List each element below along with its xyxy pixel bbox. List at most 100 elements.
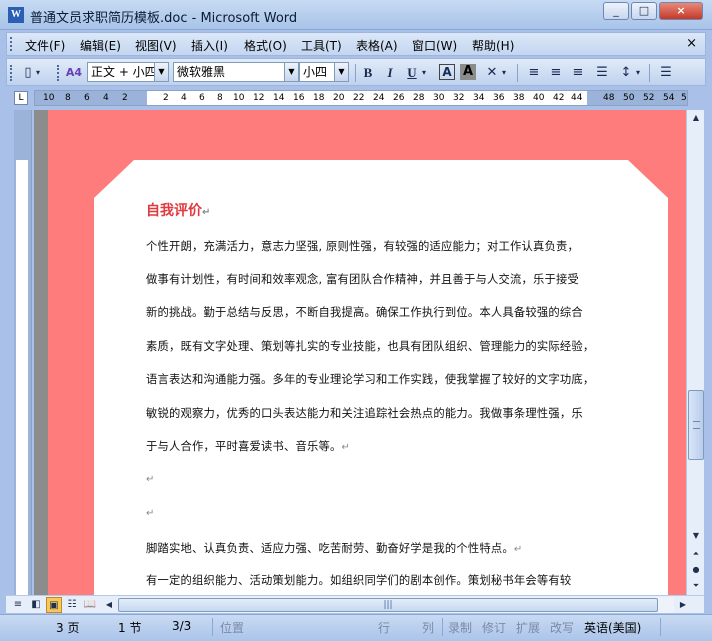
horizontal-scroll-track[interactable]: ||| [118,597,674,613]
paragraph-line[interactable]: 脚踏实地、认真负责、适应力强、吃苦耐劳、勤奋好学是我的个性特点。↵ [146,540,523,556]
vertical-scrollbar[interactable]: ▲ ▼ ⏶ ● ⏷ [686,110,704,595]
styles-formatting-icon[interactable]: A4 [65,64,83,82]
paragraph-line[interactable]: 于与人合作，平时喜爱读书、音乐等。↵ [146,438,350,454]
empty-paragraph[interactable]: ↵ [146,506,155,519]
underline-dropdown-icon[interactable]: ▾ [419,64,429,82]
paragraph-line[interactable]: 素质，既有文字处理、策划等扎实的专业技能，也具有团队组织、管理能力的实际经验， [146,338,594,354]
ruler-tick: 8 [65,93,71,103]
bold-button[interactable]: B [359,64,377,82]
menu-format[interactable]: 格式(O) [244,37,287,54]
menubar-grip[interactable] [10,37,13,51]
justify-icon[interactable]: ☰ [593,64,611,82]
document-area[interactable]: 自我评价↵ 个性开朗，充满活力，意志力坚强, 原则性强，有较强的适应能力；对工作… [34,110,686,595]
status-column: 列 [422,621,435,635]
font-size-combo[interactable]: 小四 ▼ [299,62,349,82]
previous-page-icon[interactable]: ⏶ [688,546,704,562]
outline-view-icon[interactable]: ☷ [64,597,80,613]
align-left-icon[interactable]: ≡ [525,64,543,82]
paragraph-mark: ↵ [341,442,351,453]
ruler-tick: 8 [217,93,223,103]
ruler-tick: 28 [413,93,425,103]
ruler-tick: 20 [333,93,345,103]
vertical-scroll-thumb[interactable] [688,390,704,460]
paragraph-line[interactable]: 敏锐的观察力，优秀的口头表达能力和关注追踪社会热点的能力。我做事条理性强，乐 [146,405,583,421]
minimize-button[interactable]: _ [603,2,629,20]
paragraph-line[interactable]: 做事有计划性，有时间和效率观念, 富有团队合作精神，并且善于与人交流，乐于接受 [146,271,579,287]
toolbar-grip[interactable] [10,65,13,81]
chevron-down-icon[interactable]: ▼ [284,63,298,81]
normal-view-icon[interactable]: ≡ [10,597,26,613]
maximize-button[interactable]: □ [631,2,657,20]
status-overtype[interactable]: 改写 [550,619,574,636]
ruler-tick: 30 [433,93,445,103]
next-page-icon[interactable]: ⏷ [688,578,704,594]
word-app-icon[interactable]: W [8,7,24,23]
menu-table[interactable]: 表格(A) [356,37,398,54]
document-close-icon[interactable]: × [686,36,697,51]
menu-bar: 文件(F) 编辑(E) 视图(V) 插入(I) 格式(O) 工具(T) 表格(A… [6,32,706,56]
line-spacing-dropdown-icon[interactable]: ▾ [633,64,643,82]
italic-button[interactable]: I [381,64,399,82]
font-combo[interactable]: 微软雅黑 ▼ [173,62,299,82]
character-shading-icon[interactable]: A [460,64,476,80]
ruler-tick: 54 [663,93,675,103]
menu-help[interactable]: 帮助(H) [472,37,514,54]
paragraph-mark: ↵ [513,544,523,555]
scroll-right-icon[interactable]: ▶ [676,597,690,613]
align-right-icon[interactable]: ≡ [569,64,587,82]
paragraph-line[interactable]: 语言表达和沟通能力强。多年的专业理论学习和工作实践，使我掌握了较好的文字功底， [146,371,594,387]
ruler-tick: 4 [181,93,187,103]
numbering-icon[interactable]: ☰ [657,64,675,82]
tab-selector-icon[interactable]: L [14,91,28,105]
ruler-tick: 18 [313,93,325,103]
menu-insert[interactable]: 插入(I) [191,37,228,54]
align-center-icon[interactable]: ≡ [547,64,565,82]
paragraph-line[interactable]: 新的挑战。勤于总结与反思，不断自我提高。确保工作执行到位。本人具备较强的综合 [146,304,583,320]
close-button[interactable]: × [659,2,703,20]
status-record[interactable]: 录制 [448,619,472,636]
character-border-icon[interactable]: A [439,64,455,80]
menu-edit[interactable]: 编辑(E) [80,37,121,54]
window-title: 普通文员求职简历模板.doc - Microsoft Word [30,11,298,26]
paragraph-line[interactable]: 个性开朗，充满活力，意志力坚强, 原则性强，有较强的适应能力；对工作认真负责， [146,238,579,254]
scroll-left-icon[interactable]: ◀ [102,597,116,613]
horizontal-ruler[interactable]: 10 8 6 4 2 2 4 6 8 10 12 14 16 18 20 22 … [34,90,688,106]
toolbar-grip-2[interactable] [57,65,60,81]
empty-paragraph[interactable]: ↵ [146,472,155,485]
vertical-ruler[interactable] [14,110,32,595]
toolbar-separator [649,64,650,82]
menu-view[interactable]: 视图(V) [135,37,177,54]
ruler-tick: 26 [393,93,405,103]
ruler-tick: 2 [163,93,169,103]
ruler-tick: 38 [513,93,525,103]
menu-file[interactable]: 文件(F) [25,37,65,54]
section-heading[interactable]: 自我评价↵ [146,200,210,220]
ruler-tick: 56 [681,93,687,103]
toolbar-separator [355,64,356,82]
scroll-up-icon[interactable]: ▲ [688,110,704,126]
reading-layout-view-icon[interactable]: 📖 [82,597,98,613]
status-extend[interactable]: 扩展 [516,619,540,636]
chevron-down-icon[interactable]: ▼ [334,63,348,81]
ruler-tick: 10 [43,93,55,103]
ruler-tick: 44 [571,93,583,103]
web-layout-view-icon[interactable]: ◧ [28,597,44,613]
print-layout-view-icon[interactable]: ▣ [46,597,62,613]
ruler-tick: 4 [103,93,109,103]
paragraph-line[interactable]: 有一定的组织能力、活动策划能力。如组织同学们的剧本创作。策划秘书年会等有较 [146,572,571,588]
ruler-tick: 22 [353,93,365,103]
scroll-down-icon[interactable]: ▼ [688,528,704,544]
paragraph-line-text: 脚踏实地、认真负责、适应力强、吃苦耐劳、勤奋好学是我的个性特点。 [146,542,514,555]
ruler-tick: 10 [233,93,245,103]
menu-tools[interactable]: 工具(T) [301,37,342,54]
select-browse-object-icon[interactable]: ● [688,562,704,578]
style-combo[interactable]: 正文 + 小四 ▼ [87,62,169,82]
status-revise[interactable]: 修订 [482,619,506,636]
menu-window[interactable]: 窗口(W) [412,37,457,54]
horizontal-scroll-thumb[interactable]: ||| [118,598,658,612]
scaling-dropdown-icon[interactable]: ▾ [499,64,509,82]
chevron-down-icon[interactable]: ▼ [154,63,168,81]
status-language[interactable]: 英语(美国) [584,619,641,636]
ruler-tick: 34 [473,93,485,103]
new-dropdown-icon[interactable]: ▾ [33,64,43,82]
